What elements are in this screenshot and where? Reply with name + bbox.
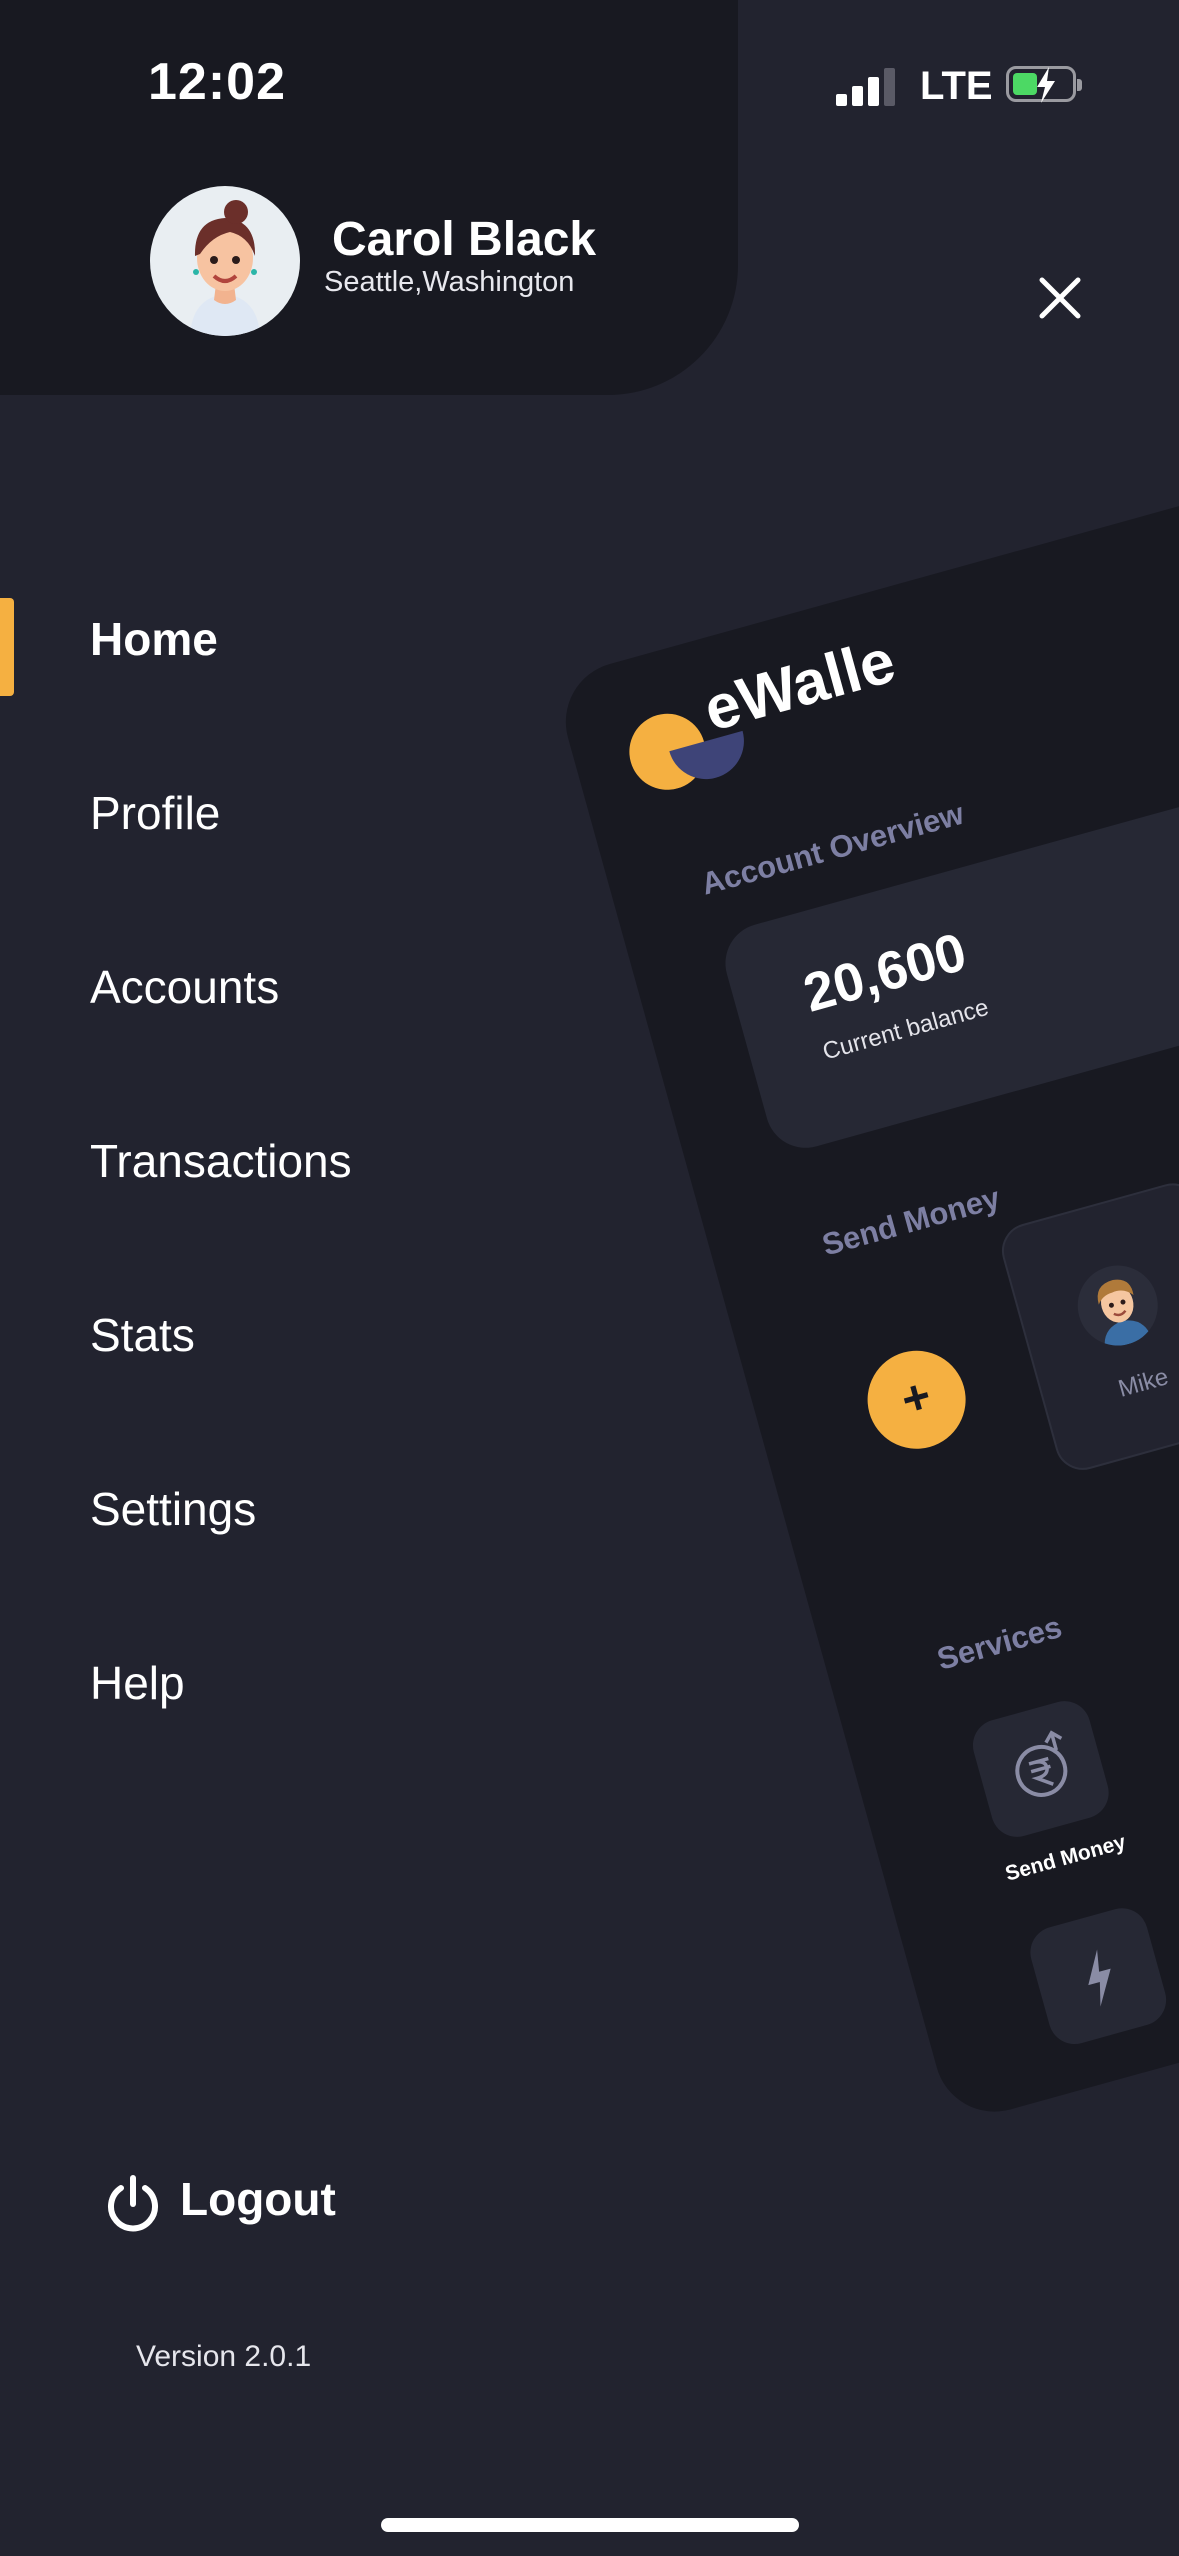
status-time: 12:02 — [148, 53, 286, 111]
contact-name: Mike — [1115, 1363, 1172, 1403]
balance-card[interactable]: 20,600 Current balance — [716, 694, 1179, 1158]
services-title: Services — [933, 1609, 1066, 1677]
power-icon — [108, 2175, 158, 2232]
menu-item-profile[interactable]: Profile — [90, 786, 220, 840]
electricity-service-button[interactable] — [1024, 1902, 1173, 2051]
cellular-signal-icon — [836, 66, 896, 106]
rupee-send-icon — [1015, 1730, 1068, 1797]
active-menu-indicator — [0, 598, 14, 696]
user-avatar[interactable] — [150, 186, 300, 336]
battery-icon — [1006, 66, 1082, 103]
menu-item-help[interactable]: Help — [90, 1656, 185, 1710]
lightning-icon — [1088, 1949, 1111, 2007]
add-contact-button[interactable]: + — [856, 1339, 977, 1461]
menu-item-home[interactable]: Home — [90, 612, 218, 666]
menu-item-stats[interactable]: Stats — [90, 1308, 195, 1362]
service-label: Send Money — [1002, 1830, 1129, 1886]
contact-card[interactable]: Mike — [995, 1177, 1179, 1477]
user-location: Seattle,Washington — [324, 266, 575, 298]
menu-item-accounts[interactable]: Accounts — [90, 960, 279, 1014]
close-icon[interactable] — [1028, 266, 1092, 330]
send-money-title: Send Money — [818, 1179, 1004, 1263]
home-indicator[interactable] — [381, 2518, 799, 2532]
menu-item-transactions[interactable]: Transactions — [90, 1134, 352, 1188]
contact-avatar — [1068, 1256, 1167, 1355]
menu-item-settings[interactable]: Settings — [90, 1482, 256, 1536]
header-panel — [0, 0, 738, 395]
app-version: Version 2.0.1 — [136, 2340, 312, 2373]
app-preview-card[interactable]: eWalle Account Overview 20,600 Current b… — [552, 412, 1179, 2126]
brand-name: eWalle — [696, 626, 903, 745]
network-type: LTE — [920, 64, 993, 108]
logout-label: Logout — [180, 2173, 336, 2225]
send-money-service-button[interactable] — [966, 1695, 1115, 1843]
user-name: Carol Black — [332, 213, 597, 266]
